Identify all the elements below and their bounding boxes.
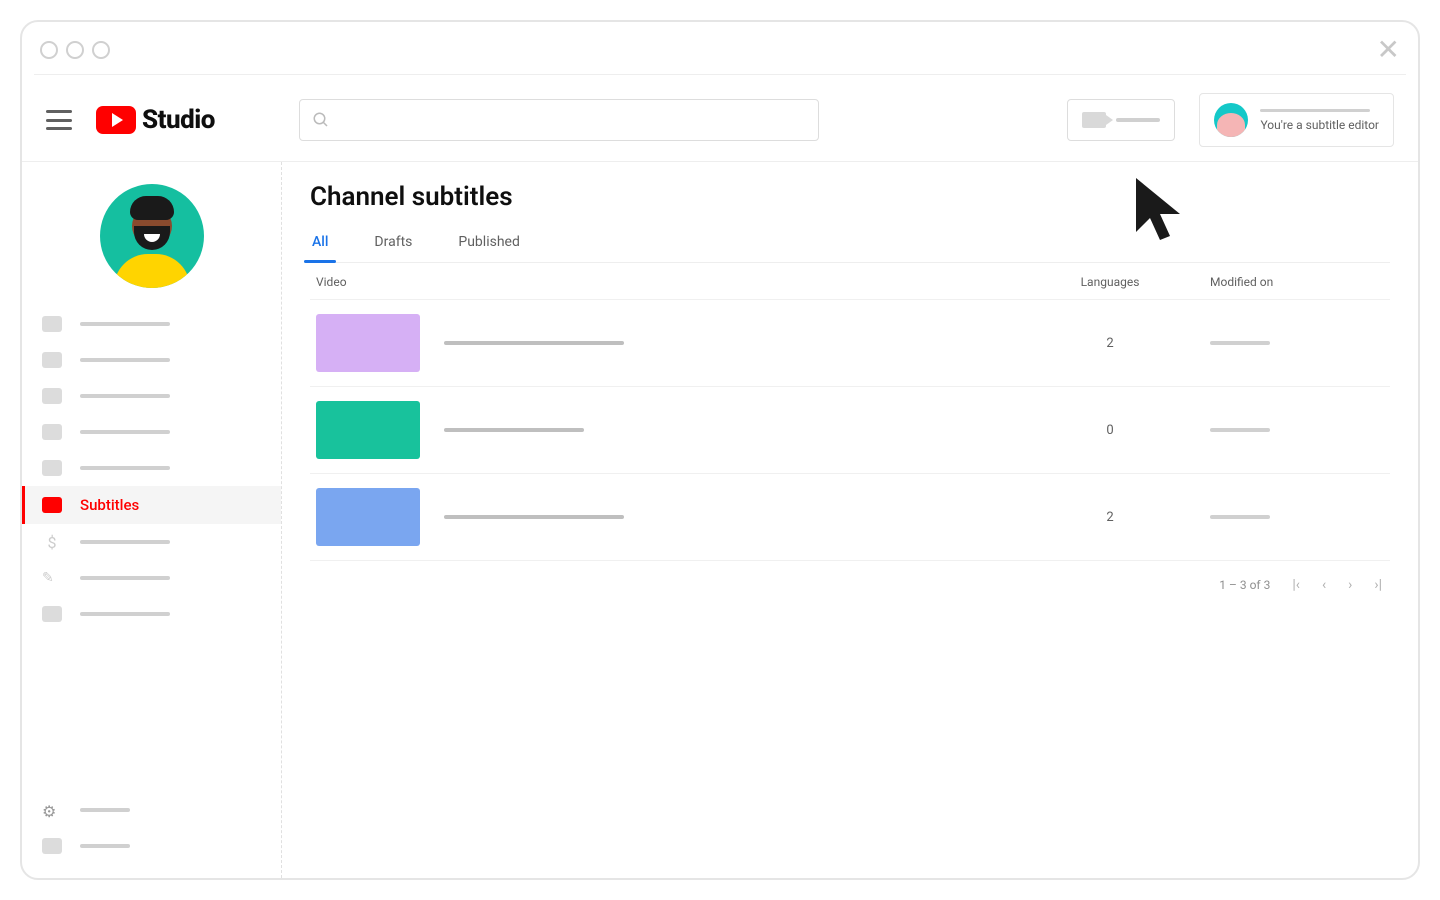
sidebar-label-placeholder [80, 358, 170, 362]
logo-text: Studio [142, 105, 215, 135]
sidebar-item-comments[interactable] [22, 450, 281, 486]
sidebar-label-placeholder [80, 612, 170, 616]
app-window: ✕ Studio You're a subtitle editor [20, 20, 1420, 880]
account-text: You're a subtitle editor [1260, 109, 1379, 132]
sidebar-label-placeholder [80, 394, 170, 398]
row-modified-placeholder [1210, 428, 1270, 432]
sidebar: Subtitles $ ✎ ⚙ [22, 162, 282, 878]
camera-icon [1082, 112, 1106, 128]
channel-avatar [100, 184, 204, 288]
search-input[interactable] [299, 99, 819, 141]
sidebar-item-settings[interactable]: ⚙ [22, 792, 281, 828]
sidebar-item-audio[interactable] [22, 596, 281, 632]
table-row[interactable]: 0 [310, 387, 1390, 474]
sidebar-item-customization[interactable]: ✎ [22, 560, 281, 596]
sidebar-item-content[interactable] [22, 342, 281, 378]
main: Channel subtitles All Drafts Published V… [282, 162, 1418, 878]
sidebar-item-feedback[interactable] [22, 828, 281, 864]
sidebar-label-placeholder [80, 466, 170, 470]
row-languages: 2 [1030, 510, 1190, 525]
page-next-icon[interactable]: › [1348, 577, 1352, 593]
body: Subtitles $ ✎ ⚙ Channel subtitles All Dr… [22, 162, 1418, 878]
page-range: 1 – 3 of 3 [1219, 578, 1270, 592]
table-row[interactable]: 2 [310, 300, 1390, 387]
window-controls: ✕ [22, 22, 1418, 74]
subtitles-icon [42, 497, 62, 513]
nav: Subtitles $ ✎ [22, 306, 281, 632]
analytics-icon [42, 424, 62, 440]
comments-icon [42, 460, 62, 476]
page-first-icon[interactable]: |‹ [1292, 577, 1300, 593]
header: Studio You're a subtitle editor [22, 79, 1418, 162]
youtube-icon [96, 106, 136, 134]
dollar-icon: $ [42, 534, 62, 550]
page-title: Channel subtitles [310, 182, 1390, 212]
table-header: Video Languages Modified on [310, 263, 1390, 300]
table-header-modified: Modified on [1190, 275, 1390, 289]
video-title-placeholder [444, 341, 624, 345]
video-thumbnail [316, 401, 420, 459]
sidebar-label-placeholder [80, 430, 170, 434]
wand-icon: ✎ [42, 570, 62, 586]
audio-icon [42, 606, 62, 622]
sidebar-item-dashboard[interactable] [22, 306, 281, 342]
traffic-light-zoom[interactable] [92, 41, 110, 59]
divider [34, 74, 1406, 75]
sidebar-item-analytics[interactable] [22, 414, 281, 450]
sidebar-item-monetization[interactable]: $ [22, 524, 281, 560]
sidebar-item-subtitles[interactable]: Subtitles [22, 486, 281, 524]
close-icon[interactable]: ✕ [1377, 36, 1400, 64]
row-languages: 2 [1030, 336, 1190, 351]
search-icon [312, 111, 330, 129]
channel-avatar-wrap[interactable] [22, 172, 281, 306]
tabs: All Drafts Published [310, 226, 1390, 263]
sidebar-label-placeholder [80, 540, 170, 544]
sidebar-item-playlists[interactable] [22, 378, 281, 414]
traffic-light-close[interactable] [40, 41, 58, 59]
tab-all[interactable]: All [310, 226, 330, 262]
dashboard-icon [42, 316, 62, 332]
account-subtitle: You're a subtitle editor [1260, 118, 1379, 132]
feedback-icon [42, 838, 62, 854]
video-title-placeholder [444, 428, 584, 432]
sidebar-item-label: Subtitles [80, 496, 139, 514]
pagination: 1 – 3 of 3 |‹ ‹ › ›| [310, 561, 1390, 609]
sidebar-label-placeholder [80, 322, 170, 326]
account-name-placeholder [1260, 109, 1370, 112]
playlists-icon [42, 388, 62, 404]
video-title-placeholder [444, 515, 624, 519]
nav-bottom: ⚙ [22, 792, 281, 878]
table-header-video: Video [310, 275, 1030, 289]
table-header-languages: Languages [1030, 275, 1190, 289]
row-modified-placeholder [1210, 515, 1270, 519]
row-languages: 0 [1030, 423, 1190, 438]
page-prev-icon[interactable]: ‹ [1322, 577, 1326, 593]
avatar-icon [1214, 103, 1248, 137]
row-modified-placeholder [1210, 341, 1270, 345]
content-icon [42, 352, 62, 368]
account-switcher[interactable]: You're a subtitle editor [1199, 93, 1394, 147]
table-row[interactable]: 2 [310, 474, 1390, 561]
tab-drafts[interactable]: Drafts [372, 226, 414, 262]
tab-published[interactable]: Published [456, 226, 521, 262]
create-label-placeholder [1116, 118, 1160, 122]
sidebar-label-placeholder [80, 576, 170, 580]
menu-icon[interactable] [46, 110, 72, 130]
logo[interactable]: Studio [96, 105, 215, 135]
traffic-light-minimize[interactable] [66, 41, 84, 59]
video-thumbnail [316, 488, 420, 546]
video-thumbnail [316, 314, 420, 372]
gear-icon: ⚙ [42, 802, 62, 818]
page-last-icon[interactable]: ›| [1374, 577, 1382, 593]
create-button[interactable] [1067, 99, 1175, 141]
sidebar-label-placeholder [80, 808, 130, 812]
sidebar-label-placeholder [80, 844, 130, 848]
